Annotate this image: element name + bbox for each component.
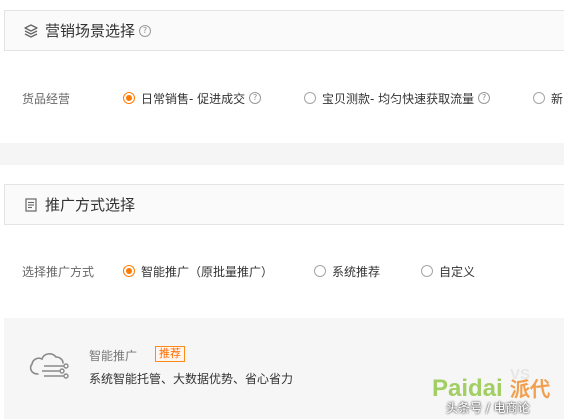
radio-unchecked-icon[interactable] [314,265,326,277]
radio-system-recommend[interactable]: 系统推荐 [314,263,380,280]
smart-promotion-title: 智能推广 [89,349,138,363]
section-divider [0,143,564,165]
radio-custom[interactable]: 自定义 [421,263,475,280]
cloud-circuit-icon [29,353,69,379]
help-icon[interactable]: ? [249,92,262,104]
radio-checked-icon[interactable] [123,265,135,277]
promotion-method-title: 推广方式选择 [45,196,136,214]
logo-paidai-text: Paidai [432,375,503,400]
help-icon[interactable]: ? [478,92,491,104]
radio-new-label: 新 [551,91,564,106]
promotion-method-label: 选择推广方式 [22,264,95,279]
logo-cn-text: 派代 [510,377,550,400]
promotion-method-row: 选择推广方式 智能推广（原批量推广） 系统推荐 自定义 [0,261,564,281]
marketing-scene-title: 营销场景选择 [45,22,136,40]
recommend-badge: 推荐 [155,346,185,362]
radio-product-testing[interactable]: 宝贝测款- 均匀快速获取流量 ? [304,90,491,107]
radio-unchecked-icon[interactable] [304,92,316,104]
radio-unchecked-icon[interactable] [533,92,545,104]
marketing-scene-header: 营销场景选择 ? [4,10,564,51]
layers-icon [23,23,39,39]
help-icon[interactable]: ? [139,24,152,37]
paidai-logo-watermark: VS Paidai 派代 [432,368,550,400]
radio-checked-icon[interactable] [123,92,135,104]
radio-product-testing-label: 宝贝测款- 均匀快速获取流量 [322,91,475,106]
promotion-method-header: 推广方式选择 [4,184,564,225]
radio-smart-promotion-label: 智能推广（原批量推广） [141,264,274,279]
watermark-caption: 头条号 / 电商论 [446,401,530,415]
goods-operation-label: 货品经营 [22,91,71,106]
radio-smart-promotion[interactable]: 智能推广（原批量推广） [123,263,273,280]
radio-daily-sales[interactable]: 日常销售- 促进成交 ? [123,90,262,107]
radio-new[interactable]: 新 [533,90,563,107]
radio-daily-sales-label: 日常销售- 促进成交 [141,91,246,106]
goods-operation-row: 货品经营 日常销售- 促进成交 ? 宝贝测款- 均匀快速获取流量 ? 新 [0,88,564,108]
smart-promotion-description: 系统智能托管、大数据优势、省心省力 [89,372,294,386]
document-icon [23,197,39,213]
radio-system-recommend-label: 系统推荐 [332,264,381,279]
radio-unchecked-icon[interactable] [421,265,433,277]
radio-custom-label: 自定义 [439,264,476,279]
